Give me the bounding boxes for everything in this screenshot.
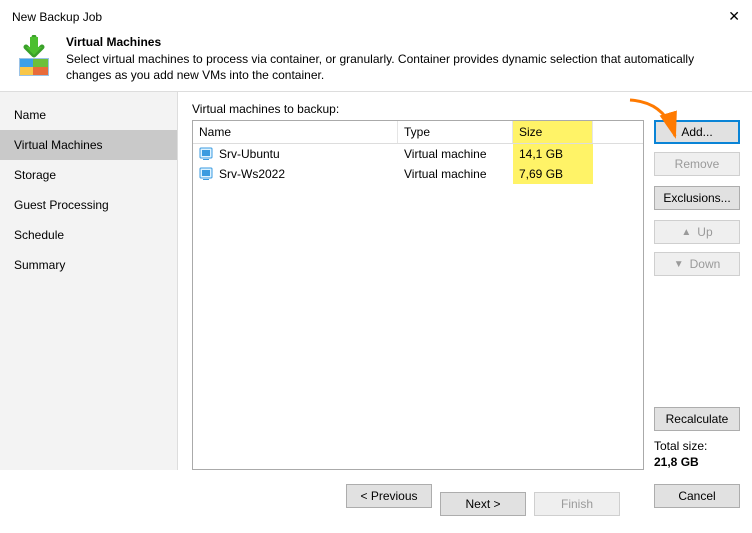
vm-size: 14,1 GB bbox=[513, 144, 593, 164]
move-down-label: Down bbox=[690, 257, 721, 271]
vm-type: Virtual machine bbox=[398, 144, 513, 164]
nav-item-name[interactable]: Name bbox=[0, 100, 177, 130]
col-header-type[interactable]: Type bbox=[398, 121, 513, 143]
exclusions-button[interactable]: Exclusions... bbox=[654, 186, 740, 210]
nav-item-guest-processing[interactable]: Guest Processing bbox=[0, 190, 177, 220]
wizard-nav: Name Virtual Machines Storage Guest Proc… bbox=[0, 92, 178, 470]
col-header-size[interactable]: Size bbox=[513, 121, 593, 143]
add-button[interactable]: Add... bbox=[654, 120, 740, 144]
previous-button[interactable]: < Previous bbox=[346, 484, 432, 508]
list-header: Name Type Size bbox=[193, 121, 643, 144]
nav-item-schedule[interactable]: Schedule bbox=[0, 220, 177, 250]
finish-button[interactable]: Finish bbox=[534, 492, 620, 516]
move-down-button[interactable]: ▼ Down bbox=[654, 252, 740, 276]
recalculate-button[interactable]: Recalculate bbox=[654, 407, 740, 431]
list-label: Virtual machines to backup: bbox=[192, 102, 740, 116]
nav-item-summary[interactable]: Summary bbox=[0, 250, 177, 280]
arrow-up-icon: ▲ bbox=[681, 227, 691, 238]
page-title: Virtual Machines bbox=[66, 35, 740, 49]
close-icon[interactable]: ✕ bbox=[728, 8, 740, 25]
vm-name: Srv-Ubuntu bbox=[219, 147, 280, 161]
vm-icon bbox=[199, 167, 213, 181]
total-size-label: Total size: bbox=[654, 439, 740, 455]
table-row[interactable]: Srv-Ubuntu Virtual machine 14,1 GB bbox=[193, 144, 643, 164]
page-description: Select virtual machines to process via c… bbox=[66, 51, 740, 83]
total-size: Total size: 21,8 GB bbox=[654, 439, 740, 470]
move-up-label: Up bbox=[697, 225, 712, 239]
step-icon bbox=[12, 35, 56, 79]
vm-icon bbox=[199, 147, 213, 161]
vm-type: Virtual machine bbox=[398, 164, 513, 184]
table-row[interactable]: Srv-Ws2022 Virtual machine 7,69 GB bbox=[193, 164, 643, 184]
vm-name: Srv-Ws2022 bbox=[219, 167, 285, 181]
arrow-down-icon: ▼ bbox=[674, 259, 684, 270]
vm-size: 7,69 GB bbox=[513, 164, 593, 184]
window-title: New Backup Job bbox=[12, 10, 102, 24]
nav-item-virtual-machines[interactable]: Virtual Machines bbox=[0, 130, 177, 160]
nav-item-storage[interactable]: Storage bbox=[0, 160, 177, 190]
move-up-button[interactable]: ▲ Up bbox=[654, 220, 740, 244]
next-button[interactable]: Next > bbox=[440, 492, 526, 516]
remove-button[interactable]: Remove bbox=[654, 152, 740, 176]
cancel-button[interactable]: Cancel bbox=[654, 484, 740, 508]
vm-list[interactable]: Name Type Size bbox=[192, 120, 644, 470]
total-size-value: 21,8 GB bbox=[654, 455, 740, 471]
col-header-name[interactable]: Name bbox=[193, 121, 398, 143]
